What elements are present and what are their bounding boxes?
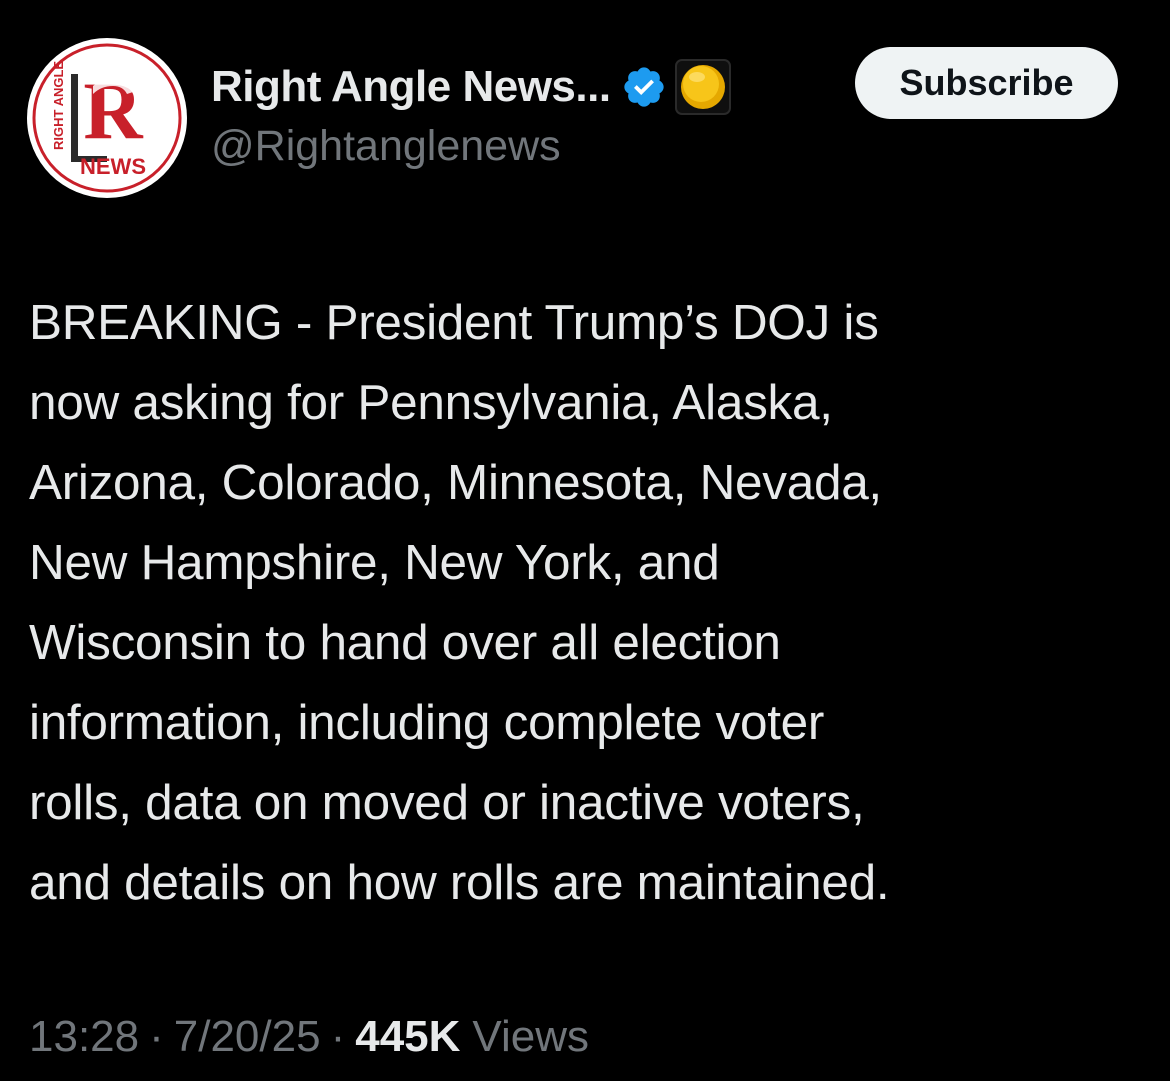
tweet-time[interactable]: 13:28 [29,1012,139,1062]
logo-vertical-text: RIGHT ANGLE [51,61,66,150]
author-name-row: Right Angle News... [211,57,731,117]
affiliate-badge-icon[interactable] [674,59,731,115]
subscribe-button[interactable]: Subscribe [855,47,1118,119]
avatar[interactable]: R RIGHT ANGLE NEWS [27,38,187,198]
logo-bottom-text: NEWS [80,154,146,179]
meta-separator: · [330,1012,346,1061]
verified-badge-icon[interactable] [621,64,667,110]
views-count: 445K [355,1012,461,1061]
author-display-name[interactable]: Right Angle News... [211,62,611,112]
author-handle[interactable]: @Rightanglenews [211,122,561,171]
meta-separator: · [149,1012,164,1061]
tweet-date[interactable]: 7/20/25 [174,1012,321,1062]
right-angle-news-logo-icon: R RIGHT ANGLE NEWS [29,40,185,196]
tweet-container: R RIGHT ANGLE NEWS Right Angle News... @… [0,0,1170,1081]
tweet-meta: 13:28 · 7/20/25 · 445K Views [29,1005,589,1069]
views-label: Views [472,1012,589,1061]
tweet-text: BREAKING - President Trump’s DOJ is now … [29,295,890,910]
